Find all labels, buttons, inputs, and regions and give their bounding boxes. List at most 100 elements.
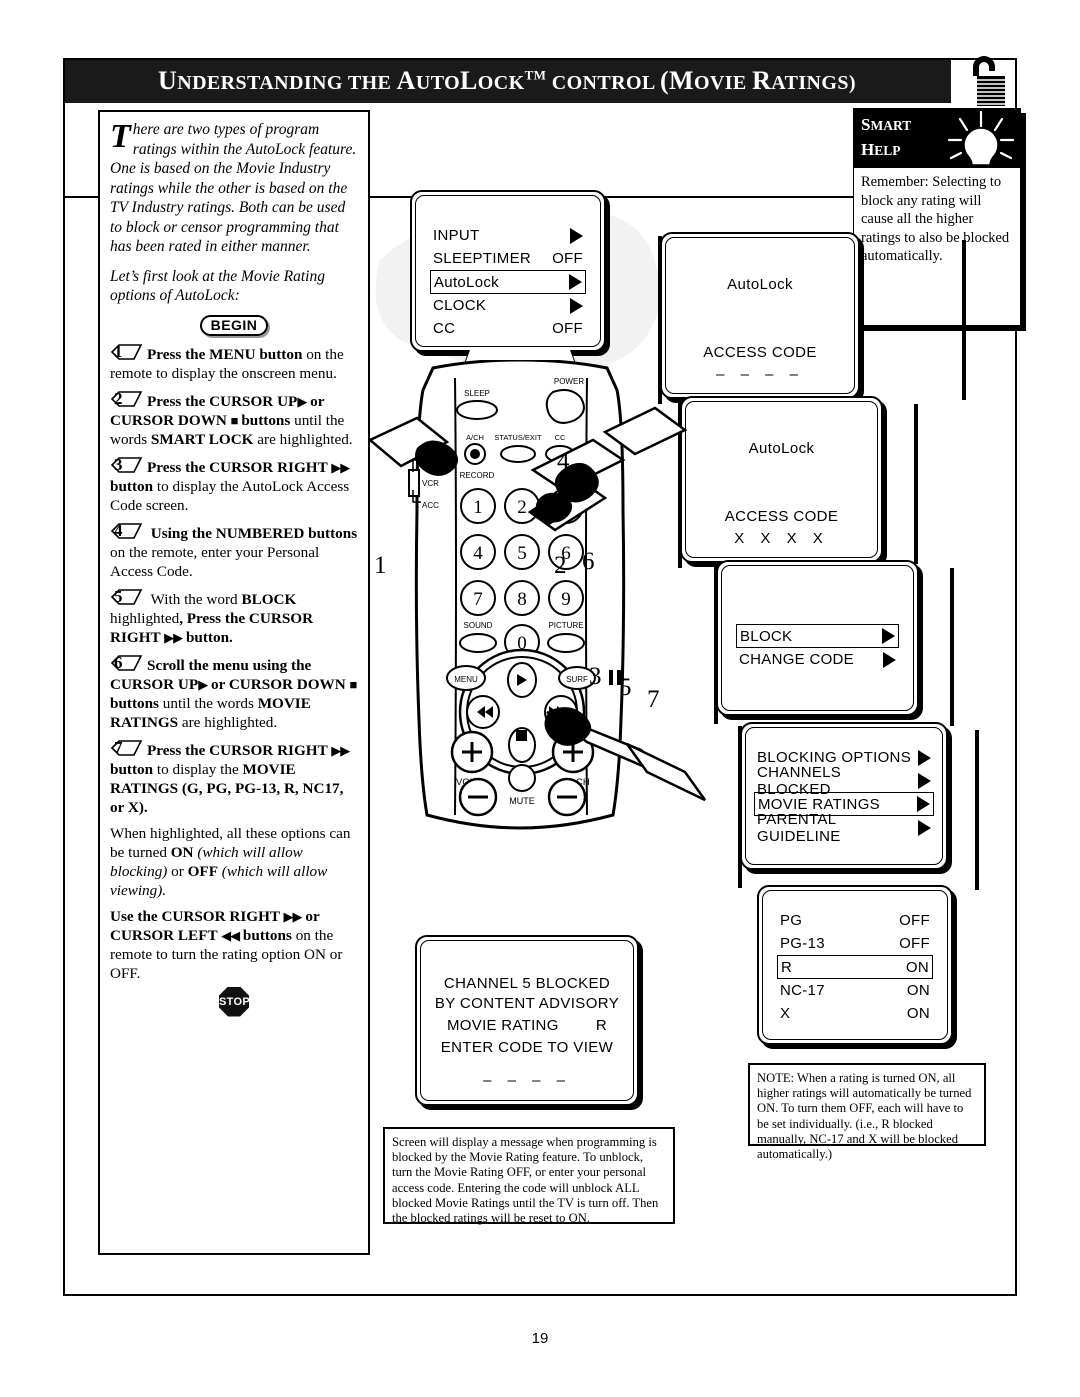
blocking-option-row[interactable]: CHANNELS BLOCKED [754, 764, 934, 798]
paragraph: When highlighted, all these options can … [110, 824, 358, 900]
callout-number-7: 7 [647, 686, 660, 713]
steps-list: 1 Press the MENU button on the remote to … [110, 341, 358, 817]
text-segment: ▶▶ [331, 459, 350, 475]
callout-number-3: 3 [589, 663, 602, 690]
movie-rating-row[interactable]: R ON [777, 955, 933, 979]
blocking-option-label: CHANNELS BLOCKED [757, 763, 842, 798]
text-segment: Press the CURSOR RIGHT [147, 741, 332, 759]
callout-hands [367, 406, 707, 802]
movie-rating-label: PG-13 [780, 935, 825, 952]
movie-rating-value: ON [906, 1005, 930, 1022]
access-code-filled-title: AutoLock [748, 440, 815, 457]
text-segment: on the remote, enter your Personal Acces… [110, 543, 320, 580]
step-number-badge: 4 [110, 520, 144, 541]
movie-rating-label: PG [780, 912, 803, 929]
begin-marker: BEGIN [110, 314, 358, 336]
movie-rating-value: ON [906, 982, 930, 999]
instructions-panel: There are two types of program ratings w… [98, 110, 370, 1255]
step-number: 7 [114, 737, 123, 757]
movie-rating-row[interactable]: X ON [777, 1002, 933, 1025]
movie-rating-row[interactable]: PG-13 OFF [777, 932, 933, 955]
step-number: 1 [114, 341, 123, 361]
step-item: 5 With the word BLOCK highlighted, Press… [110, 587, 358, 647]
flow-line-4 [738, 726, 742, 888]
text-segment: SMART LOCK [150, 430, 254, 448]
main-menu-row[interactable]: SLEEPTIMER OFF [430, 247, 586, 270]
callout-number-4: 4 [557, 448, 570, 475]
step-item: 7 Press the CURSOR RIGHT ▶▶ button to dis… [110, 737, 358, 817]
movie-rating-row[interactable]: PG OFF [777, 909, 933, 932]
chevron-right-icon [918, 772, 931, 789]
intro-dropcap: T [110, 118, 131, 155]
blocked-enter-line: ENTER CODE TO VIEW [440, 1039, 614, 1056]
callout-hand-1 [367, 416, 459, 476]
flow-line-8 [975, 730, 979, 890]
text-segment: are highlighted. [253, 430, 353, 448]
text-segment: buttons [110, 694, 159, 712]
step-text: 6 Scroll the menu using the CURSOR UP▶ or… [110, 653, 358, 732]
callout-number-6: 6 [582, 548, 595, 575]
block-menu-screen: BLOCK CHANGE CODE [716, 560, 919, 716]
text-segment: ▶ [297, 393, 307, 409]
step-text: 2 Press the CURSOR UP▶ or CURSOR DOWN ■ b… [110, 388, 358, 449]
smart-help-title-line1: MART [870, 118, 912, 133]
text-segment: buttons [239, 926, 292, 944]
page-number: 19 [531, 1330, 549, 1347]
chevron-right-icon [570, 227, 583, 244]
text-segment: button [110, 760, 154, 778]
main-menu-row[interactable]: CC OFF [430, 317, 586, 340]
block-menu-label: BLOCK [740, 627, 793, 645]
blocked-note-box: Screen will display a message when progr… [383, 1127, 675, 1225]
access-code-empty-label: ACCESS CODE [703, 344, 817, 361]
step-number-badge: 6 [110, 653, 144, 673]
blocking-option-row[interactable]: PARENTAL GUIDELINE [754, 811, 934, 845]
chevron-right-icon [882, 628, 895, 644]
movie-rating-label: NC-17 [780, 982, 825, 999]
blocked-rating-value: R [595, 1017, 607, 1034]
blocking-options-screen: BLOCKING OPTIONS CHANNELS BLOCKED MOVIE RA… [740, 722, 948, 870]
text-segment: button [110, 477, 154, 495]
block-menu-label: CHANGE CODE [739, 651, 854, 668]
text-segment: ▶▶ [164, 629, 183, 645]
autolock-access-code-empty-screen: AutoLock ACCESS CODE – – – – [660, 232, 860, 399]
main-menu-rows: INPUT SLEEPTIMER OFF AutoLock CLOCK CC OFF [412, 224, 604, 340]
main-menu-row[interactable]: AutoLock [430, 270, 586, 294]
smart-help-box: SMART HELP Remember: Selecting to block … [853, 108, 1021, 326]
step-number: 2 [114, 388, 123, 408]
main-menu-label: CC [433, 320, 456, 337]
smart-help-header: SMART HELP [853, 108, 1021, 185]
flow-line-6 [914, 404, 918, 564]
callout-number-2: 2 [554, 552, 567, 579]
text-segment: ◀◀ [221, 927, 240, 943]
text-segment: Press the CURSOR RIGHT [147, 458, 332, 476]
block-menu-row[interactable]: CHANGE CODE [736, 648, 899, 671]
stop-marker: STOP [110, 986, 358, 1017]
flow-line-3 [714, 566, 718, 724]
text-segment: ▶▶ [331, 742, 350, 758]
access-code-filled-value: X X X X [734, 530, 829, 547]
text-segment: Using the NUMBERED buttons [147, 524, 358, 542]
main-menu-label: CLOCK [433, 297, 487, 314]
main-menu-row[interactable]: CLOCK [430, 294, 586, 317]
step-item: 2 Press the CURSOR UP▶ or CURSOR DOWN ■ b… [110, 388, 358, 449]
text-segment: to display the [153, 760, 243, 778]
movie-rating-row[interactable]: NC-17 ON [777, 979, 933, 1002]
step-number-badge: 5 [110, 587, 144, 607]
blocked-line-1: CHANNEL 5 BLOCKED [443, 975, 611, 992]
main-menu-label: INPUT [433, 227, 480, 244]
text-segment: until the words [158, 694, 258, 712]
main-menu-value: OFF [552, 320, 583, 337]
step-item: 6 Scroll the menu using the CURSOR UP▶ or… [110, 653, 358, 732]
channel-blocked-message-screen: CHANNEL 5 BLOCKED BY CONTENT ADVISORY MO… [415, 935, 639, 1106]
connector-line-vertical-left [63, 196, 65, 256]
text-segment: or [167, 862, 188, 880]
blocked-rating-label: MOVIE RATING [447, 1017, 559, 1034]
blocked-line-2: BY CONTENT ADVISORY [434, 995, 620, 1012]
step-number: 4 [114, 520, 123, 540]
block-menu-row[interactable]: BLOCK [736, 624, 899, 648]
step-number-badge: 1 [110, 341, 144, 362]
text-segment: ■ [230, 412, 239, 428]
text-segment: or CURSOR DOWN [207, 675, 350, 693]
main-menu-row[interactable]: INPUT [430, 224, 586, 247]
step-item: 3 Press the CURSOR RIGHT ▶▶ button to dis… [110, 455, 358, 515]
